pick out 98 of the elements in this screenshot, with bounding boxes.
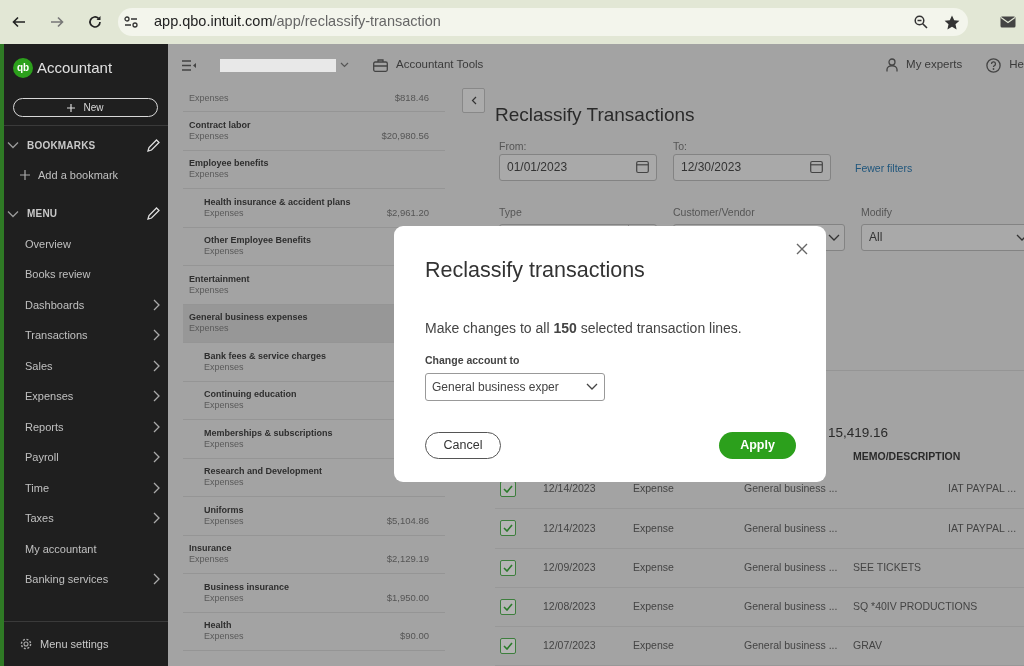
field-label: Modify: [861, 204, 893, 220]
table-cell: 12/08/2023: [543, 599, 596, 612]
menu-item[interactable]: Banking services: [25, 571, 153, 588]
menu-item[interactable]: Sales: [25, 357, 153, 374]
account-balance: $5,104.86: [386, 513, 429, 528]
table-cell-text: IAT PAYPAL ...: [948, 520, 1017, 536]
account-select[interactable]: General business exper: [425, 372, 605, 401]
section-header[interactable]: BOOKMARKS: [27, 137, 147, 153]
brand-name: Accountant: [37, 57, 113, 78]
account-balance: $2,961.20: [386, 205, 429, 220]
menu-item[interactable]: Dashboards: [25, 296, 153, 313]
account-type: Expenses: [204, 477, 245, 489]
account-type: Expenses: [204, 592, 245, 604]
account-type: Expenses: [189, 284, 230, 296]
table-cell: Expense: [633, 482, 674, 495]
table-cell: General business ...: [744, 599, 838, 612]
account-row[interactable]: Business insurance Expenses $1,950.00: [183, 574, 445, 613]
account-row[interactable]: Uniforms Expenses $5,104.86: [183, 497, 445, 536]
table-cell: General business ...: [744, 482, 838, 495]
account-row[interactable]: Insurance Expenses $2,129.19: [183, 535, 445, 574]
table-cell: General business ...: [744, 560, 838, 573]
apply-button[interactable]: Apply: [719, 431, 796, 459]
total-amount: 15,419.16: [828, 423, 889, 442]
menu-item[interactable]: Overview: [25, 235, 160, 252]
account-type: Expenses: [204, 246, 245, 258]
account-row[interactable]: Employee benefits Expenses: [183, 150, 445, 189]
field-label: From:: [499, 138, 528, 154]
account-balance: $90.00: [399, 629, 429, 644]
dropdown-field[interactable]: All: [861, 223, 1024, 251]
logo-mark: qb: [13, 58, 33, 78]
fewer-filters-link[interactable]: Fewer filters: [855, 160, 913, 177]
account-name: Health: [204, 620, 233, 632]
account-name: Bank fees & service charges: [204, 350, 328, 362]
account-name: Research and Development: [204, 466, 324, 478]
account-name: Entertainment: [189, 273, 251, 285]
account-type: Expenses: [189, 169, 230, 181]
menu-item[interactable]: Books review: [25, 266, 160, 283]
account-name: General business expenses: [189, 312, 309, 324]
table-cell: General business ...: [744, 521, 838, 534]
account-type: Expenses: [204, 515, 245, 527]
account-type: Expenses: [204, 400, 245, 412]
table-cell: Expense: [633, 560, 674, 573]
account-balance: $2,129.19: [386, 552, 429, 567]
section-header[interactable]: MENU: [27, 206, 147, 221]
table-cell: Expense: [633, 599, 674, 612]
account-name: Business insurance: [204, 581, 291, 593]
account-name: Other Employee Benefits: [204, 235, 313, 247]
table-cell: General business ...: [744, 639, 838, 652]
account-name: Employee benefits: [189, 158, 270, 170]
table-cell: GRAV: [853, 639, 882, 652]
page-title: Reclassify Transactions: [495, 103, 696, 127]
account-type: Expenses: [204, 207, 245, 219]
menu-item[interactable]: Time: [25, 479, 153, 496]
my-experts-link[interactable]: My experts: [906, 56, 963, 74]
menu-item[interactable]: Taxes: [25, 510, 153, 527]
table-cell: Expense: [633, 521, 674, 534]
account-name: Health insurance & accident plans: [204, 196, 352, 208]
cancel-button[interactable]: Cancel: [425, 431, 501, 459]
table-cell: SQ *40IV PRODUCTIONS: [853, 599, 978, 612]
add-bookmark-link[interactable]: Add a bookmark: [38, 167, 119, 184]
table-cell-text: IAT PAYPAL ...: [948, 481, 1017, 497]
account-type: Expenses: [189, 130, 230, 142]
account-name: Memberships & subscriptions: [204, 427, 334, 439]
menu-item[interactable]: My accountant: [25, 540, 160, 557]
field-label: To:: [673, 138, 688, 154]
account-balance: $20,980.56: [381, 128, 429, 143]
menu-item[interactable]: Payroll: [25, 449, 153, 466]
to-date-field[interactable]: 12/30/2023: [673, 153, 831, 181]
from-date-field[interactable]: 01/01/2023: [499, 153, 657, 181]
account-row[interactable]: Expenses $818.46: [183, 86, 445, 112]
menu-item[interactable]: Expenses: [25, 388, 153, 405]
field-label: Type: [499, 204, 523, 220]
table-cell: 12/07/2023: [543, 639, 596, 652]
table-cell: 12/09/2023: [543, 560, 596, 573]
table-cell: 12/14/2023: [543, 482, 596, 495]
field-label: Customer/Vendor: [673, 204, 756, 220]
table-cell: Expense: [633, 639, 674, 652]
account-name: Uniforms: [204, 504, 245, 516]
account-type: Expenses: [189, 93, 230, 104]
table-cell: SEE TICKETS: [853, 560, 922, 573]
account-balance: $1,950.00: [386, 590, 429, 605]
table-cell: 12/14/2023: [543, 521, 596, 534]
menu-settings-link[interactable]: Menu settings: [40, 635, 109, 653]
account-type: Expenses: [189, 554, 230, 566]
account-row[interactable]: Contract labor Expenses $20,980.56: [183, 112, 445, 151]
menu-item[interactable]: Reports: [25, 418, 153, 435]
account-type: Expenses: [204, 631, 245, 643]
account-name: Contract labor: [189, 119, 252, 131]
column-header: MEMO/DESCRIPTION: [853, 448, 961, 464]
account-type: Expenses: [204, 438, 245, 450]
account-type: Expenses: [204, 361, 245, 373]
account-name: Continuing education: [204, 389, 298, 401]
menu-item[interactable]: Transactions: [25, 327, 153, 344]
account-name: Insurance: [189, 543, 233, 555]
account-balance: $818.46: [394, 91, 429, 106]
help-link[interactable]: He: [1009, 56, 1024, 74]
accountant-tools-link[interactable]: Accountant Tools: [396, 56, 887, 74]
account-row[interactable]: Health Expenses $90.00: [183, 612, 445, 651]
